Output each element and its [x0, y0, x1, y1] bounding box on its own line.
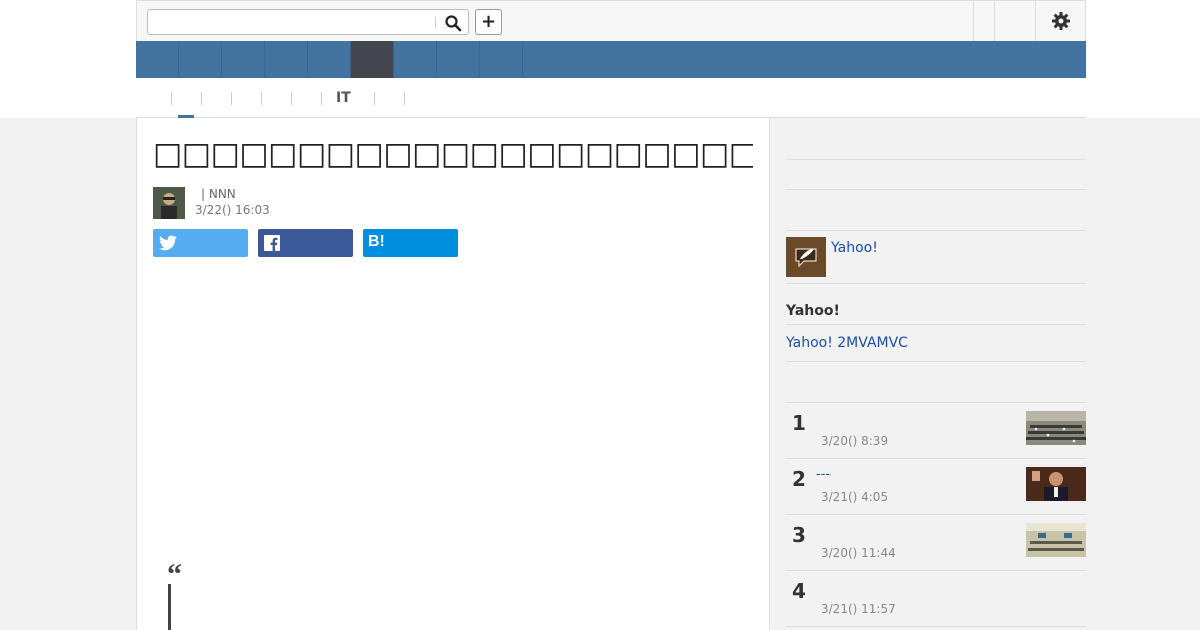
subnav-divider — [261, 92, 262, 105]
sidebar-divider — [786, 324, 1086, 325]
subnav-item-it[interactable]: IT — [336, 90, 351, 106]
site-header: + — [136, 0, 1086, 41]
article: □□□□□□□□□□□□□□□□□□□□□□□□□□□□□□□□□□□□□□□ … — [136, 118, 770, 630]
facebook-icon — [264, 235, 280, 251]
header-divider — [973, 1, 974, 41]
ranking-number: 4 — [792, 579, 806, 603]
subnav-divider — [404, 92, 405, 105]
ranking-thumbnail[interactable] — [1026, 467, 1086, 501]
header-divider — [1035, 1, 1036, 41]
search-icon[interactable] — [444, 14, 462, 32]
ranking-item[interactable]: 3 3/20() 11:44 — [786, 515, 1086, 571]
header-divider — [994, 1, 995, 41]
category-tab[interactable] — [179, 41, 222, 78]
hatena-label: B! — [368, 233, 385, 250]
sidebar-divider — [786, 361, 1086, 362]
sidebar-divider — [786, 283, 1086, 284]
search-divider — [435, 17, 436, 28]
subnav-divider — [171, 92, 172, 105]
facebook-share-button[interactable] — [258, 229, 353, 257]
ranking-date: 3/21() 11:57 — [821, 602, 896, 616]
category-tab[interactable] — [265, 41, 308, 78]
ranking-thumbnail[interactable] — [1026, 411, 1086, 445]
subnav-divider — [231, 92, 232, 105]
category-tab[interactable] — [136, 41, 179, 78]
sidebar-divider — [786, 159, 1086, 160]
subnav-divider — [201, 92, 202, 105]
gear-icon[interactable] — [1051, 11, 1071, 31]
search-box — [147, 9, 469, 35]
category-tab-active[interactable] — [351, 41, 394, 78]
ranking-date: 3/21() 4:05 — [821, 490, 889, 504]
category-tab[interactable] — [394, 41, 437, 78]
subnav-divider — [321, 92, 322, 105]
subnav-divider — [291, 92, 292, 105]
category-tab[interactable] — [480, 41, 523, 78]
sidebar-heading: Yahoo! — [786, 303, 840, 319]
yahoo-link[interactable]: Yahoo! — [831, 240, 878, 256]
category-tab[interactable] — [222, 41, 265, 78]
article-title: □□□□□□□□□□□□□□□□□□□□□□□□□□□□□□□□□□□□□□□ — [153, 136, 753, 172]
twitter-icon — [159, 235, 177, 251]
subnav-divider — [374, 92, 375, 105]
article-author[interactable]: | NNN — [201, 187, 236, 201]
ranking-item[interactable]: 2 --- 3/21() 4:05 — [786, 459, 1086, 515]
ranking-number: 2 — [792, 467, 806, 491]
category-nav — [136, 41, 1086, 78]
author-avatar[interactable] — [153, 187, 185, 219]
sidebar-divider — [786, 230, 1086, 231]
hatena-bookmark-button[interactable]: B! — [363, 229, 458, 257]
category-tab[interactable] — [437, 41, 480, 78]
search-input[interactable] — [154, 13, 430, 31]
promo-link[interactable]: Yahoo! 2MVAMVC — [786, 335, 908, 351]
sidebar-divider — [786, 189, 1086, 190]
ranking-date: 3/20() 11:44 — [821, 546, 896, 560]
ranking-title[interactable]: --- — [816, 467, 830, 482]
add-button[interactable]: + — [475, 9, 502, 35]
twitter-share-button[interactable] — [153, 229, 248, 257]
quote-bar — [168, 584, 171, 630]
ranking-thumbnail[interactable] — [1026, 523, 1086, 557]
category-tab[interactable] — [308, 41, 351, 78]
feather-icon[interactable] — [786, 237, 826, 277]
ranking-number: 3 — [792, 523, 806, 547]
ranking-item[interactable]: 1 3/20() 8:39 — [786, 403, 1086, 459]
sub-nav: IT — [136, 78, 1086, 118]
article-date: 3/22() 16:03 — [195, 203, 270, 217]
ranking-number: 1 — [792, 411, 806, 435]
ranking-item[interactable]: 4 3/21() 11:57 — [786, 571, 1086, 627]
ranking-date: 3/20() 8:39 — [821, 434, 889, 448]
